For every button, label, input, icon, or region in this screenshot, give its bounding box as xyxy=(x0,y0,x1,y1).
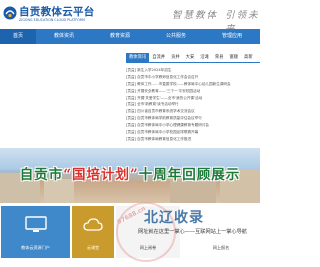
tab-ziliujing[interactable]: 自流井 xyxy=(149,53,168,63)
news-item[interactable]: [贡益] 自贡市教体局中小学校园足球联赛开幕 xyxy=(126,129,260,136)
banner-title-quoted: “国培计划” xyxy=(63,167,139,183)
tab-rongxian[interactable]: 荣县 xyxy=(212,53,227,63)
nav-item-resources[interactable]: 教育资源 xyxy=(92,29,148,44)
tab-gongjing[interactable]: 贡井 xyxy=(168,53,183,63)
news-item[interactable]: [贡益] 教体工作……市直属学校——教体局中心幼儿园新生调研会 xyxy=(126,81,260,88)
banner-title-pre: 自贡市 xyxy=(19,167,64,183)
watermark-title: 北辽收录 xyxy=(144,210,204,226)
slogan-left: 智慧教体 xyxy=(172,10,219,21)
news-item[interactable]: [贡益] 自贡市教体局中小学心理健康教育专题研讨会 xyxy=(126,122,260,129)
site-title[interactable]: 自贡教体云平台 xyxy=(19,4,95,19)
image-slider[interactable] xyxy=(2,53,122,145)
banner-title-post: 十周年回顾展示 xyxy=(138,167,241,183)
main-nav: 首页 教体资讯 教育资源 公共服务 管理应用 xyxy=(0,29,260,44)
tile-label: 教体云资源门户 xyxy=(21,245,50,250)
news-item[interactable]: [贡益] 开展'关爱学生'——全市'我的公开课'活动 xyxy=(126,95,260,102)
news-item[interactable]: [贡益] 自贡市教体局学前教育质量评估会议举行 xyxy=(126,115,260,122)
news-item[interactable]: [贡益] 新生入学2024年招生 xyxy=(126,67,260,74)
promo-banner[interactable]: 自贡市“国培计划”十周年回顾展示 xyxy=(0,148,260,203)
logo-icon xyxy=(3,6,17,20)
watermark: 97688.cn 北辽收录 网址就在这里一掌心——互联网站上一掌心导航 xyxy=(116,202,260,262)
tab-gaoxin[interactable]: 高新 xyxy=(241,53,256,63)
tab-daan[interactable]: 大安 xyxy=(183,53,198,63)
news-panel: 教体资讯 自流井 贡井 大安 沿滩 荣县 富顺 高新 [贡益] 新生入学2024… xyxy=(126,53,260,145)
site-header: 自贡教体云平台 ZIGONG EDUCATION CLOUD PLATFORM … xyxy=(0,0,260,35)
news-tabs: 教体资讯 自流井 贡井 大安 沿滩 荣县 富顺 高新 xyxy=(126,53,260,63)
tab-yantan[interactable]: 沿滩 xyxy=(197,53,212,63)
news-item[interactable]: [贡益] 开展安全教育——'三个一'平安校园活动 xyxy=(126,88,260,95)
cloud-icon xyxy=(83,218,103,231)
news-item[interactable]: [贡益] 全市'新教育'读书活动举行 xyxy=(126,101,260,108)
nav-item-home[interactable]: 首页 xyxy=(0,29,36,44)
tile-resource-portal[interactable]: 教体云资源门户 xyxy=(1,206,70,258)
nav-item-news[interactable]: 教体资讯 xyxy=(36,29,92,44)
nav-item-management[interactable]: 管理应用 xyxy=(204,29,260,44)
nav-item-public-services[interactable]: 公共服务 xyxy=(148,29,204,44)
tile-cloud-classroom[interactable]: 云课堂 xyxy=(72,206,114,258)
monitor-icon xyxy=(25,216,47,232)
watermark-subtitle: 网址就在这里一掌心——互联网站上一掌心导航 xyxy=(138,229,247,235)
tab-news[interactable]: 教体资讯 xyxy=(126,53,150,63)
news-list: [贡益] 新生入学2024年招生 [贡益] 自贡市中小学教师信息化工作会议召开 … xyxy=(126,67,260,143)
page: 自贡教体云平台 ZIGONG EDUCATION CLOUD PLATFORM … xyxy=(0,0,260,267)
news-item[interactable]: [贡益] 自贡市教体局教育信息化工作推进 xyxy=(126,136,260,143)
tab-fushun[interactable]: 富顺 xyxy=(226,53,241,63)
news-item[interactable]: [贡益] 四川省自贡市教育系统学术交流会议 xyxy=(126,108,260,115)
banner-title: 自贡市“国培计划”十周年回顾展示 xyxy=(0,163,260,183)
news-item[interactable]: [贡益] 自贡市中小学教师信息化工作会议召开 xyxy=(126,74,260,81)
tile-label: 云课堂 xyxy=(86,245,100,250)
site-subtitle: ZIGONG EDUCATION CLOUD PLATFORM xyxy=(19,18,85,22)
